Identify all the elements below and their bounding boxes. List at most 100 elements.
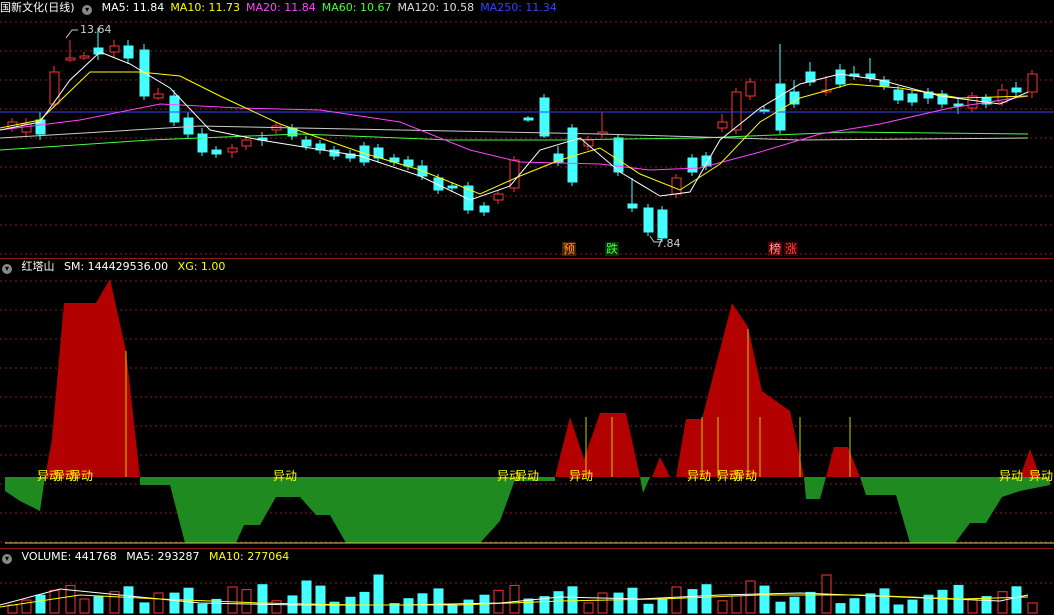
volume-bar	[79, 598, 90, 614]
ma120-line	[0, 125, 1029, 141]
volume-bar	[139, 602, 150, 614]
candle-body	[447, 185, 458, 189]
ma-legend: MA5: 11.84 MA10: 11.73 MA20: 11.84 MA60: 10…	[102, 1, 563, 14]
volume-bar	[301, 580, 312, 614]
signal-label: 异动	[273, 469, 298, 483]
candle-body	[643, 207, 654, 233]
volume-bar	[271, 600, 282, 614]
volume-ma10: MA10: 277064	[208, 550, 290, 563]
event-tag[interactable]: 榜	[768, 242, 783, 256]
volume-bar	[865, 593, 876, 614]
candle-body	[79, 55, 90, 59]
candle-body	[301, 139, 312, 147]
volume-bar	[717, 600, 728, 614]
volume-bar	[1011, 586, 1022, 614]
volume-bar	[509, 584, 520, 614]
negative-area	[804, 477, 826, 499]
candle-body	[123, 45, 134, 59]
negative-area	[140, 477, 516, 543]
price-header: 国新文化(日线) ▾ MA5: 11.84 MA10: 11.73 MA20: 11…	[0, 0, 569, 16]
volume-bar	[701, 584, 712, 614]
volume-bar	[643, 603, 654, 614]
volume-bar	[169, 592, 180, 614]
candle-body	[745, 81, 756, 97]
volume-bar	[227, 586, 238, 614]
volume-bar	[373, 574, 384, 614]
negative-area	[860, 477, 1050, 543]
volume-bar	[403, 598, 414, 614]
candle-body	[183, 117, 194, 135]
volume-bar	[447, 604, 458, 614]
candle-body	[493, 193, 504, 201]
dropdown-icon[interactable]: ▾	[2, 554, 12, 564]
positive-area	[555, 413, 640, 477]
volume-bar	[657, 598, 668, 614]
volume-bar	[687, 589, 698, 614]
volume-bar	[893, 604, 904, 614]
volume-value: VOLUME: 441768	[21, 550, 117, 563]
candle-body	[211, 149, 222, 155]
volume-bar	[937, 589, 948, 614]
candle-body	[241, 139, 252, 147]
volume-header: ▾ VOLUME: 441768 MA5: 293287 MA10: 27706…	[0, 549, 295, 565]
volume-bar	[671, 586, 682, 614]
candlestick-chart[interactable]: 13.64 7.84	[0, 0, 1054, 258]
volume-bar	[315, 585, 326, 614]
volume-bar	[731, 595, 742, 614]
candle-body	[479, 205, 490, 213]
signal-label: 异动	[733, 469, 758, 483]
volume-bar	[583, 602, 594, 614]
signal-label: 异动	[1029, 469, 1054, 483]
signal-label: 异动	[687, 469, 712, 483]
volume-bar	[257, 584, 268, 614]
event-tag[interactable]: 涨	[784, 242, 799, 256]
candle-body	[1011, 87, 1022, 93]
dropdown-icon[interactable]: ▾	[2, 264, 12, 274]
positive-area	[826, 447, 860, 477]
volume-bar	[329, 601, 340, 614]
signal-label: 异动	[999, 469, 1024, 483]
volume-bar	[21, 599, 32, 614]
candle-body	[835, 69, 846, 85]
indicator-panel[interactable]: ▾ 红塔山 SM: 144429536.00 XG: 1.00 异动 异动 异动 异动…	[0, 259, 1054, 548]
high-price-label: 13.64	[80, 23, 112, 36]
candle-body	[523, 117, 534, 121]
volume-bar	[597, 592, 608, 614]
event-tag[interactable]: 跌	[605, 242, 620, 256]
candle-body	[227, 147, 238, 153]
positive-area	[652, 457, 670, 477]
volume-ma5: MA5: 293287	[126, 550, 200, 563]
signal-label: 异动	[69, 469, 94, 483]
volume-bar	[745, 580, 756, 614]
dropdown-icon[interactable]: ▾	[82, 5, 93, 15]
candle-body	[893, 89, 904, 101]
volume-bar	[7, 604, 18, 614]
volume-bar	[627, 587, 638, 614]
volume-bar	[197, 603, 208, 614]
volume-bar	[463, 599, 474, 614]
candle-body	[657, 209, 668, 239]
volume-bar	[967, 598, 978, 614]
low-price-label: 7.84	[656, 237, 681, 250]
volume-bar	[93, 596, 104, 614]
negative-area	[640, 477, 650, 493]
event-tag[interactable]: 预	[562, 242, 577, 256]
volume-bar	[789, 596, 800, 614]
indicator-chart[interactable]	[0, 259, 1054, 548]
ma-label: MA250: 11.34	[480, 1, 557, 14]
volume-bar	[553, 591, 564, 614]
volume-bar	[997, 591, 1008, 614]
xg-value: XG: 1.00	[177, 260, 226, 273]
indicator-name: 红塔山	[21, 260, 55, 273]
volume-bar	[417, 593, 428, 614]
ma-label: MA20: 11.84	[246, 1, 316, 14]
candle-body	[153, 93, 164, 99]
volume-bar	[879, 588, 890, 614]
candle-body	[197, 133, 208, 153]
indicator-header: ▾ 红塔山 SM: 144429536.00 XG: 1.00	[0, 259, 231, 275]
volume-bar	[981, 596, 992, 614]
volume-panel[interactable]: ▾ VOLUME: 441768 MA5: 293287 MA10: 27706…	[0, 549, 1054, 615]
ma-label: MA120: 10.58	[397, 1, 475, 14]
price-panel[interactable]: 13.64 7.84 国新文化(日线) ▾ MA5: 11.84 MA10: 11.…	[0, 0, 1054, 258]
candle-body	[775, 83, 786, 131]
